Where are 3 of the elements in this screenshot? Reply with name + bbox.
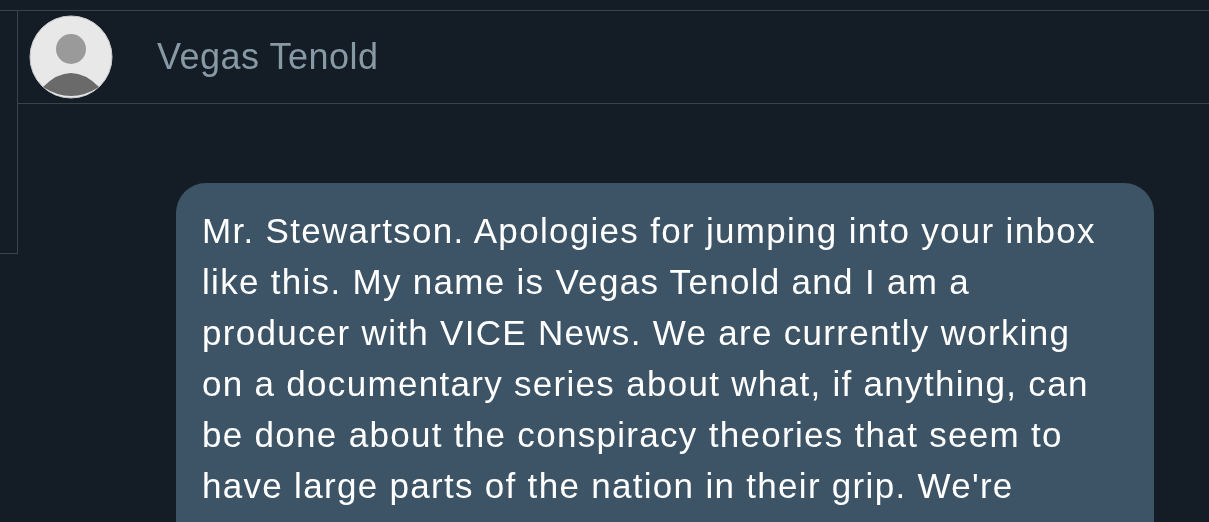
- contact-name: Vegas Tenold: [157, 36, 379, 78]
- message-text: Mr. Stewartson. Apologies for jumping into your inbox like this. My name is Vegas Tenold and I am a producer with VICE News. We are currently working on a documentary series about what, if anything, can be done about the conspiracy theories that seem to have large parts of the nation in their grip. We're: [202, 210, 1097, 507]
- avatar[interactable]: [29, 15, 113, 99]
